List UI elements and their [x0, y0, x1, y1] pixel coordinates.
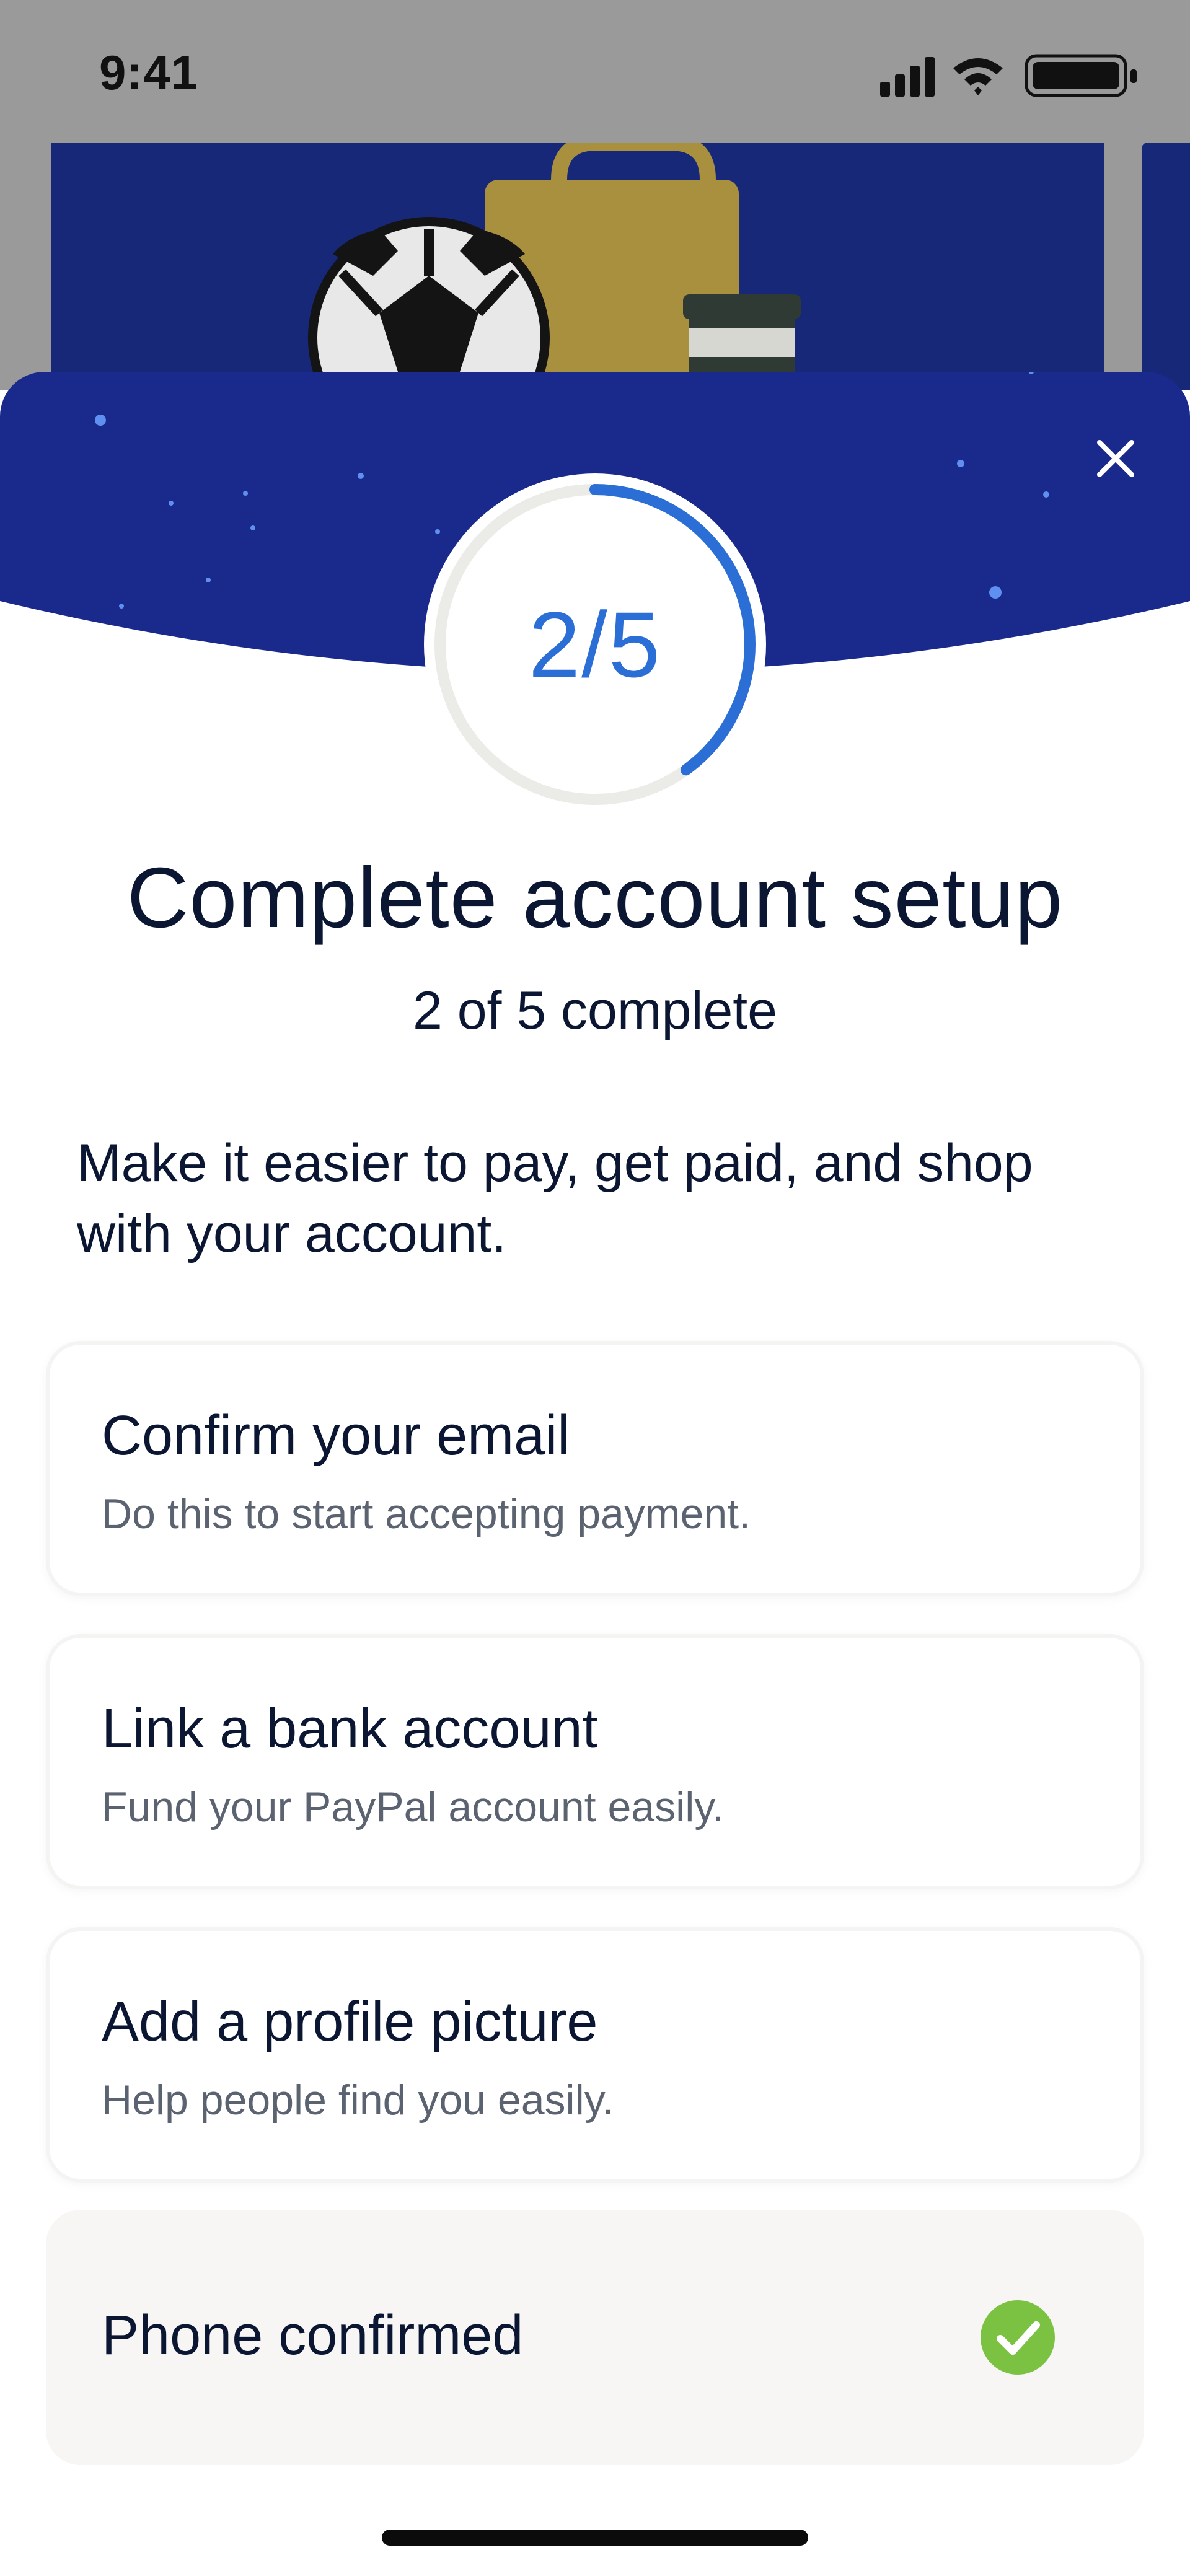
task-subtitle: Fund your PayPal account easily. [102, 1783, 725, 1831]
task-title: Add a profile picture [102, 1991, 598, 2053]
promo-banner-illustration [51, 143, 1104, 390]
next-banner-card [1142, 143, 1190, 390]
page-description: Make it easier to pay, get paid, and sho… [77, 1133, 1033, 1264]
status-icons [880, 54, 1137, 97]
home-indicator[interactable] [382, 2530, 808, 2546]
task-link-bank[interactable]: Link a bank account Fund your PayPal acc… [50, 1638, 1140, 1886]
task-confirm-email[interactable]: Confirm your email Do this to start acce… [50, 1345, 1140, 1593]
status-time: 9:41 [99, 45, 199, 100]
cellular-signal-icon [880, 57, 935, 97]
battery-icon [1025, 54, 1137, 97]
task-subtitle: Help people find you easily. [102, 2077, 614, 2124]
task-subtitle: Do this to start accepting payment. [102, 1490, 751, 1537]
task-profile-picture[interactable]: Add a profile picture Help people find y… [50, 1931, 1140, 2179]
close-button[interactable] [1078, 421, 1153, 496]
progress-subtitle: 2 of 5 complete [412, 981, 778, 1040]
task-title: Link a bank account [102, 1698, 598, 1760]
wifi-icon [953, 58, 1003, 95]
status-bar: 9:41 [0, 0, 1190, 143]
account-setup-screen: 9:41 2/5 Complete account setup 2 of 5 c… [0, 0, 1190, 2576]
check-circle-icon [981, 2300, 1055, 2375]
task-phone-confirmed: Phone confirmed [50, 2213, 1140, 2461]
progress-label: 2/5 [528, 592, 662, 697]
task-title: Confirm your email [102, 1405, 570, 1467]
close-icon [1097, 440, 1134, 477]
task-title: Phone confirmed [102, 2305, 524, 2367]
page-title: Complete account setup [126, 850, 1064, 946]
